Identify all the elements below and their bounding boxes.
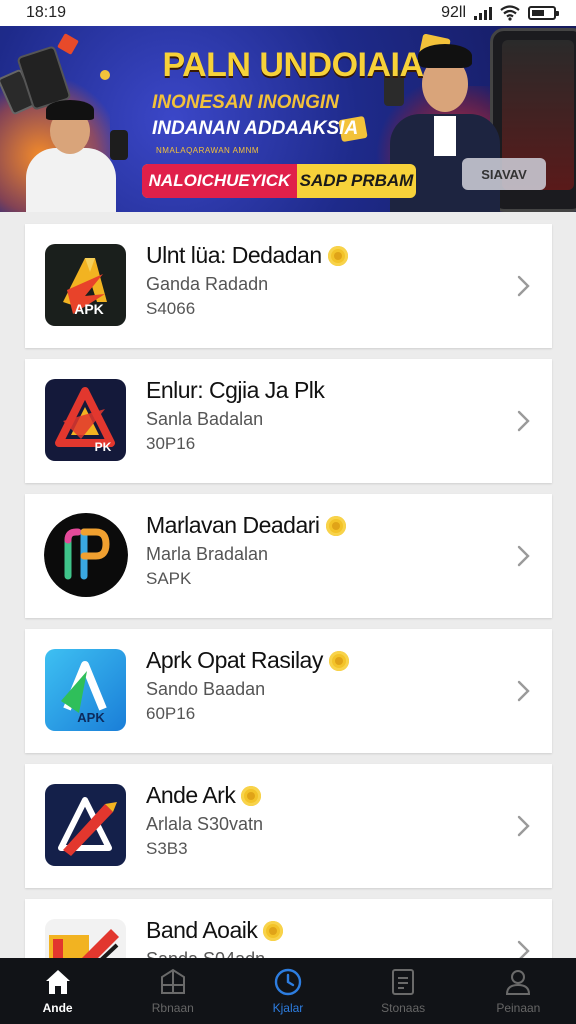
battery-icon bbox=[528, 6, 559, 20]
app-subtitle: Arlala S30vatn bbox=[146, 814, 264, 834]
app-meta: 60P16 bbox=[146, 704, 196, 723]
app-title: Aprk Opat Rasilay bbox=[146, 647, 349, 674]
list-item[interactable]: PK Enlur: Cgjia Ja Plk Sanla Badalan 30P… bbox=[25, 359, 552, 483]
apk-bolt-icon: APK bbox=[45, 244, 126, 326]
banner-cta[interactable]: NALOICHUEYICK SADP PRBAM bbox=[142, 164, 416, 198]
app-subtitle: Sando Baadan bbox=[146, 679, 266, 699]
chevron-right-icon bbox=[517, 410, 530, 432]
verified-badge-icon bbox=[328, 650, 349, 671]
status-bar: 18:19 92ll bbox=[0, 0, 576, 26]
nav-label: Peinaan bbox=[496, 1001, 541, 1015]
network-label: 92ll bbox=[441, 4, 466, 21]
banner-cta-right: SADP PRBAM bbox=[299, 171, 414, 190]
apk-arrow-icon: APK bbox=[45, 649, 126, 731]
list-item[interactable]: Band Aoaik Sanda S04adn bbox=[25, 899, 552, 965]
verified-badge-icon bbox=[325, 515, 346, 536]
app-subtitle: Marla Bradalan bbox=[146, 544, 269, 564]
banner-line1: INONESAN INONGIN bbox=[152, 92, 339, 113]
nav-apps[interactable]: Rbnaan bbox=[118, 967, 228, 1015]
banner-cta-left: NALOICHUEYICK bbox=[142, 164, 297, 198]
banner-line2: INDANAN ADDAAKSIA bbox=[152, 118, 359, 139]
verified-badge-icon bbox=[263, 920, 284, 941]
promo-banner[interactable]: PALN UNDOIAIA INONESAN INONGIN INDANAN A… bbox=[0, 26, 576, 212]
person-icon bbox=[506, 970, 531, 995]
nav-label: Kjalar bbox=[272, 1001, 304, 1015]
document-icon bbox=[392, 969, 415, 995]
bottom-navigation: Ande Rbnaan Kjalar Stonaas Peinaan bbox=[0, 958, 576, 1024]
chevron-right-icon bbox=[517, 545, 530, 567]
wifi-icon bbox=[500, 5, 520, 21]
nav-label: Stonaas bbox=[381, 1001, 426, 1015]
p-circle-icon bbox=[44, 512, 128, 598]
nav-label: Ande bbox=[42, 1001, 73, 1015]
app-subtitle: Sanla Badalan bbox=[146, 409, 264, 429]
list-item[interactable]: APK Ulnt lüa: Dedadan Ganda Radadn S4066 bbox=[25, 224, 552, 348]
banner-line3: NMALAQARAWAN AMNM bbox=[156, 146, 260, 155]
verified-badge-icon bbox=[327, 245, 348, 266]
nav-documents[interactable]: Stonaas bbox=[348, 967, 458, 1015]
status-icons: 92ll bbox=[441, 4, 559, 22]
signal-icon bbox=[474, 6, 492, 20]
apk-triangle-icon: PK bbox=[45, 379, 126, 461]
app-meta: S3B3 bbox=[146, 839, 188, 858]
nav-label: Rbnaan bbox=[151, 1001, 194, 1015]
list-item[interactable]: APK Aprk Opat Rasilay Sando Baadan 60P16 bbox=[25, 629, 552, 753]
svg-text:PK: PK bbox=[95, 440, 112, 454]
app-meta: 30P16 bbox=[146, 434, 196, 453]
chevron-right-icon bbox=[517, 815, 530, 837]
nav-home[interactable]: Ande bbox=[3, 967, 113, 1015]
list-item[interactable]: Marlavan Deadari Marla Bradalan SAPK bbox=[25, 494, 552, 618]
app-meta: S4066 bbox=[146, 299, 196, 318]
banner-title: PALN UNDOIAIA bbox=[162, 46, 424, 84]
banner-person-left bbox=[20, 86, 130, 212]
home-icon bbox=[45, 970, 70, 994]
app-list: APK Ulnt lüa: Dedadan Ganda Radadn S4066… bbox=[25, 224, 552, 965]
nav-profile[interactable]: Peinaan bbox=[463, 967, 573, 1015]
nav-clock[interactable]: Kjalar bbox=[233, 967, 343, 1015]
app-title: Ulnt lüa: Dedadan bbox=[146, 242, 348, 269]
list-item[interactable]: Ande Ark Arlala S30vatn S3B3 bbox=[25, 764, 552, 888]
svg-text:APK: APK bbox=[77, 710, 105, 725]
status-time: 18:19 bbox=[26, 4, 67, 21]
app-title: Enlur: Cgjia Ja Plk bbox=[146, 377, 325, 403]
clock-icon bbox=[274, 968, 302, 996]
apps-icon bbox=[160, 968, 185, 994]
verified-badge-icon bbox=[241, 785, 262, 806]
banner-button[interactable]: SIAVAV bbox=[462, 158, 546, 190]
apk-pen-icon bbox=[45, 784, 126, 866]
svg-text:APK: APK bbox=[74, 301, 104, 317]
app-title: Ande Ark bbox=[146, 782, 262, 809]
app-subtitle: Ganda Radadn bbox=[146, 274, 269, 294]
app-title: Band Aoaik bbox=[146, 917, 284, 944]
app-title: Marlavan Deadari bbox=[146, 512, 346, 539]
chevron-right-icon bbox=[517, 275, 530, 297]
app-meta: SAPK bbox=[146, 569, 192, 588]
chevron-right-icon bbox=[517, 680, 530, 702]
